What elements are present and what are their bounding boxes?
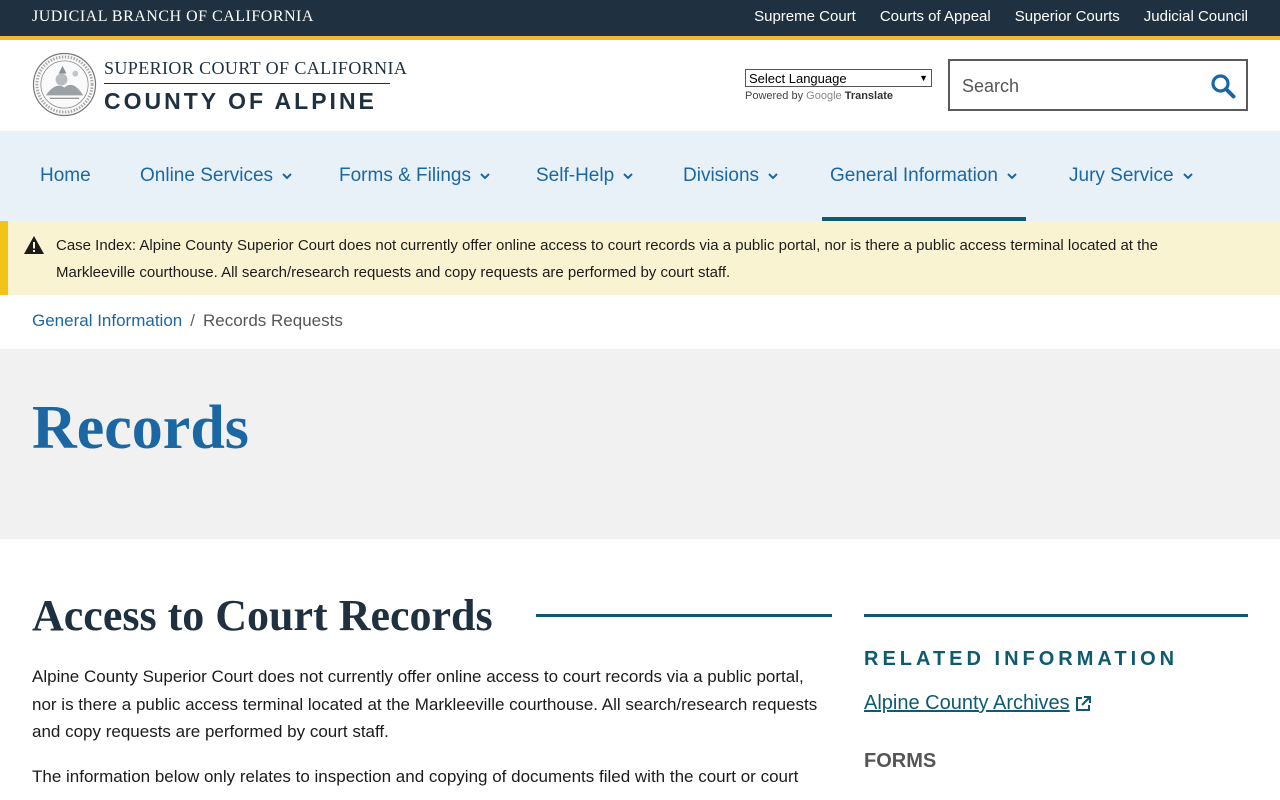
- search-box: [948, 59, 1248, 111]
- translate-link[interactable]: Translate: [845, 90, 893, 102]
- alert-message: Case Index: Alpine County Superior Court…: [56, 232, 1196, 286]
- nav-online-services[interactable]: Online Services: [140, 131, 293, 221]
- info-paragraph: The information below only relates to in…: [32, 767, 799, 786]
- link-courts-of-appeal[interactable]: Courts of Appeal: [880, 8, 991, 25]
- chevron-down-icon: [1182, 173, 1193, 180]
- judicial-branch-title: JUDICIAL BRANCH OF CALIFORNIA: [32, 8, 314, 25]
- breadcrumb-current: Records Requests: [202, 311, 343, 330]
- court-name-divider: [104, 83, 390, 84]
- nav-home[interactable]: Home: [40, 131, 91, 221]
- court-name-line1: SUPERIOR COURT OF CALIFORNIA: [104, 58, 408, 78]
- nav-jury-service[interactable]: Jury Service: [1069, 131, 1194, 221]
- google-translate-credit: Powered by Google Translate: [745, 90, 894, 102]
- page-title: Records: [32, 394, 249, 462]
- breadcrumb: General Information / Records Requests: [32, 311, 343, 331]
- search-button[interactable]: [1208, 71, 1238, 101]
- alpine-county-archives-link[interactable]: Alpine County Archives: [864, 692, 1092, 715]
- warning-icon: [24, 236, 44, 254]
- court-name-line2: COUNTY OF ALPINE: [104, 88, 377, 114]
- judicial-branch-bar: JUDICIAL BRANCH OF CALIFORNIA Supreme Co…: [0, 0, 1280, 36]
- chevron-down-icon: ▼: [919, 73, 928, 83]
- page-hero: Records: [0, 349, 1280, 539]
- language-select-value: Select Language: [749, 70, 847, 86]
- nav-divisions[interactable]: Divisions: [683, 131, 779, 221]
- breadcrumb-separator: /: [190, 311, 195, 330]
- breadcrumb-general-information[interactable]: General Information: [32, 311, 182, 331]
- chevron-down-icon: [282, 173, 292, 180]
- chevron-down-icon: [1007, 173, 1017, 180]
- chevron-down-icon: [623, 173, 633, 180]
- intro-paragraph: Alpine County Superior Court does not cu…: [32, 667, 818, 741]
- court-seal-icon[interactable]: [32, 52, 97, 117]
- nav-forms-filings[interactable]: Forms & Filings: [339, 131, 491, 221]
- search-icon: [1211, 74, 1236, 99]
- nav-self-help[interactable]: Self-Help: [536, 131, 634, 221]
- section-title-rule: [536, 614, 832, 617]
- chevron-down-icon: [768, 173, 778, 180]
- site-header: SUPERIOR COURT OF CALIFORNIA COUNTY OF A…: [0, 40, 1280, 131]
- link-superior-courts[interactable]: Superior Courts: [1015, 8, 1120, 25]
- language-select[interactable]: Select Language ▼: [745, 69, 932, 87]
- forms-heading: FORMS: [864, 750, 937, 772]
- chevron-down-icon: [480, 173, 490, 180]
- link-judicial-council[interactable]: Judicial Council: [1144, 8, 1248, 25]
- case-index-alert: Case Index: Alpine County Superior Court…: [0, 221, 1280, 295]
- link-supreme-court[interactable]: Supreme Court: [754, 8, 856, 25]
- judicial-branch-links: Supreme Court Courts of Appeal Superior …: [754, 8, 1248, 25]
- related-information-heading: RELATED INFORMATION: [864, 648, 1179, 670]
- external-link-icon: [1075, 695, 1091, 711]
- main-nav: Home Online Services Forms & Filings Sel…: [0, 131, 1280, 221]
- section-title: Access to Court Records: [32, 591, 493, 640]
- alert-body: Alpine County Superior Court does not cu…: [56, 237, 1158, 281]
- nav-general-information[interactable]: General Information: [822, 131, 1026, 221]
- alert-label: Case Index:: [56, 237, 137, 254]
- search-input[interactable]: [962, 73, 1192, 99]
- sidebar-rule: [864, 614, 1248, 617]
